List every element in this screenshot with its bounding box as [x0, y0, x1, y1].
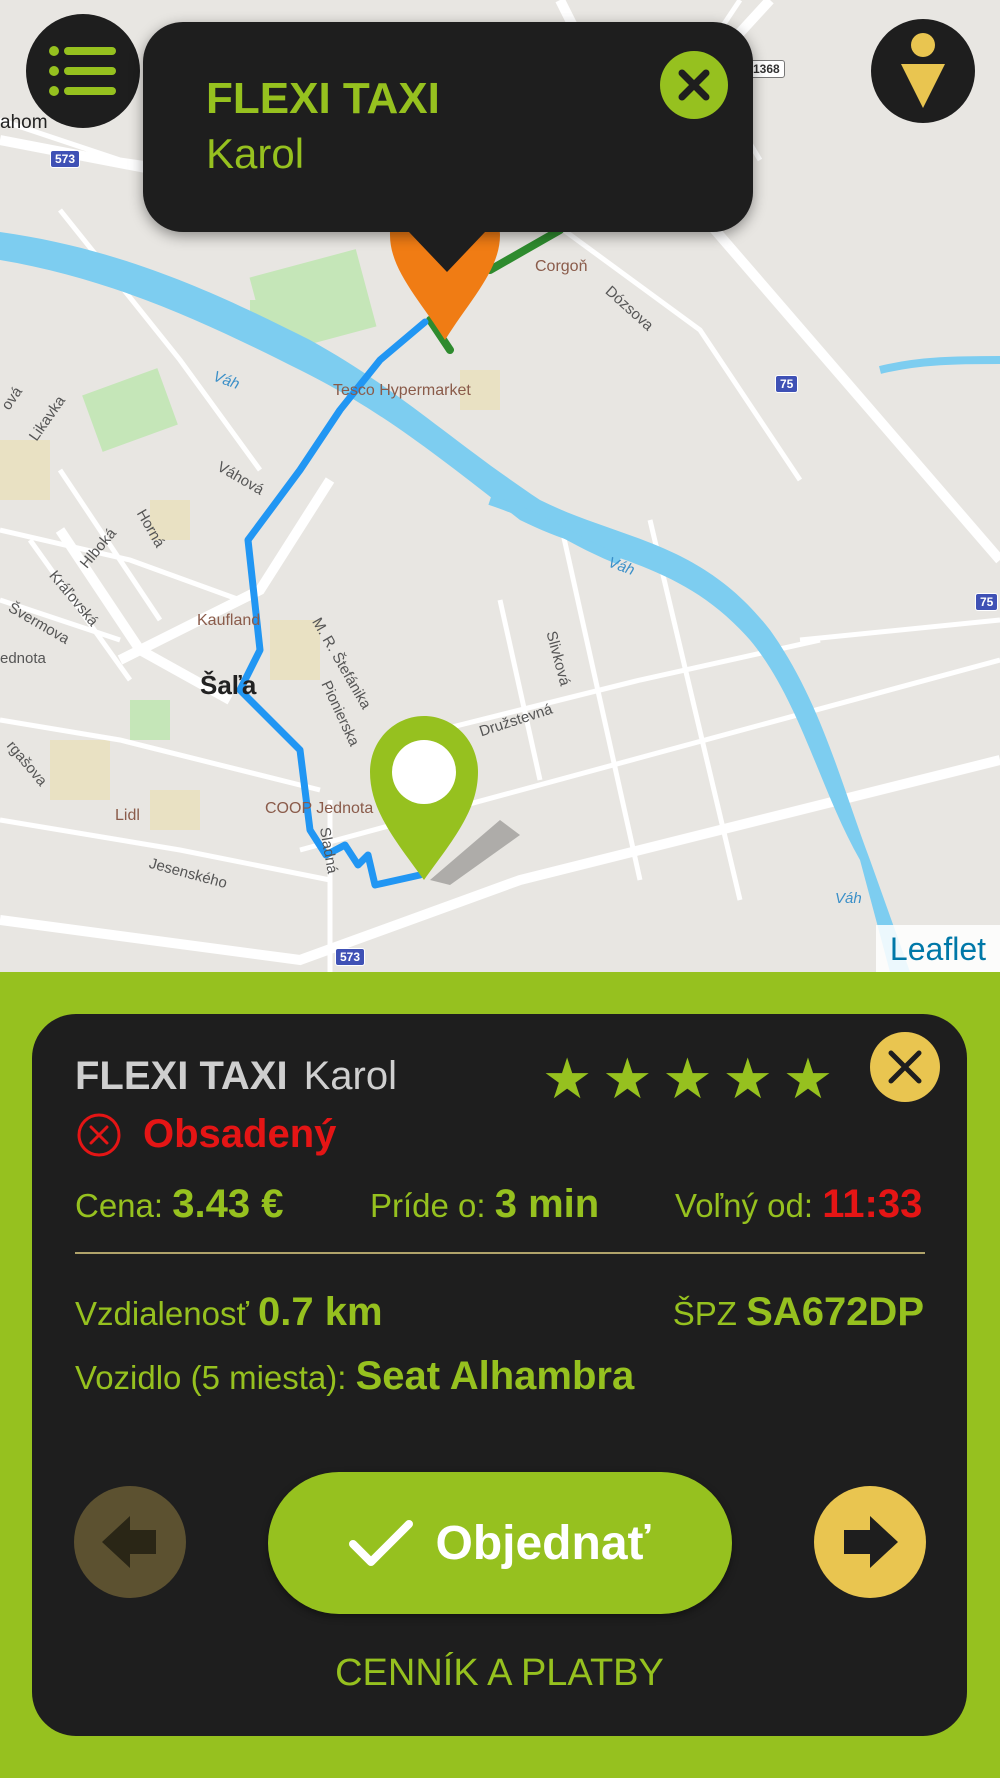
arrival-info: Príde o: 3 min [370, 1182, 599, 1227]
plate-label: ŠPZ [672, 1295, 737, 1332]
card-divider [75, 1252, 925, 1254]
arrival-value: 3 min [494, 1182, 600, 1226]
taxi-info-card: FLEXI TAXI Karol ★ ★ ★ ★ ★ Obsadený Cena:… [32, 1014, 967, 1736]
distance-value: 0.7 km [258, 1290, 383, 1334]
map-label-kaufland: Kaufland [197, 612, 261, 629]
map-label-coop: COOP Jednota [265, 800, 374, 817]
card-close-button[interactable] [870, 1032, 940, 1102]
order-button-label: Objednať [435, 1516, 651, 1570]
map-label-hom: ahom [0, 112, 48, 133]
status-badge: Obsadený [77, 1112, 336, 1157]
arrow-left-icon [102, 1516, 156, 1568]
status-text: Obsadený [143, 1112, 337, 1156]
arrow-right-icon [844, 1516, 898, 1568]
menu-icon [49, 46, 116, 96]
pricing-link[interactable]: CENNÍK A PLATBY [32, 1652, 967, 1695]
popup-tail [409, 232, 485, 272]
free-from-info: Voľný od: 11:33 [675, 1182, 922, 1227]
map-label-corgon: Corgoň [535, 258, 588, 275]
vehicle-value: Seat Alhambra [355, 1354, 635, 1398]
road-shield-75: 75 [775, 375, 799, 393]
close-icon [678, 69, 710, 101]
plate-value: SA672DP [746, 1290, 924, 1334]
map-label-town: Šaľa [200, 670, 257, 700]
rating-stars: ★ ★ ★ ★ ★ [542, 1052, 833, 1108]
road-shield-75-right: 75 [975, 593, 999, 611]
price-info: Cena: 3.43 € [75, 1182, 283, 1227]
close-icon [888, 1050, 922, 1084]
previous-taxi-button[interactable] [74, 1486, 186, 1598]
person-icon [901, 33, 945, 108]
arrival-label: Príde o: [370, 1187, 486, 1224]
price-label: Cena: [75, 1187, 164, 1224]
star-icon: ★ [602, 1047, 653, 1112]
distance-info: Vzdialenosť 0.7 km [75, 1290, 383, 1335]
vehicle-label: Vozidlo (5 miesta): [75, 1359, 347, 1396]
map-label-lidl: Lidl [115, 807, 140, 824]
menu-button[interactable] [26, 14, 140, 128]
driver-popup[interactable]: FLEXI TAXI Karol [143, 22, 753, 272]
popup-subtitle: Karol [206, 130, 305, 177]
card-company: FLEXI TAXI [75, 1054, 288, 1098]
star-icon: ★ [542, 1047, 593, 1112]
leaflet-attribution[interactable]: Leaflet [875, 925, 1000, 972]
next-taxi-button[interactable] [814, 1486, 926, 1598]
distance-label: Vzdialenosť [75, 1295, 249, 1332]
person-button[interactable] [871, 19, 975, 123]
card-driver: Karol [303, 1054, 397, 1098]
map-label-vah-3: Váh [835, 890, 862, 907]
star-icon: ★ [722, 1047, 773, 1112]
order-button[interactable]: Objednať [268, 1472, 732, 1614]
cancel-circle-icon [77, 1113, 121, 1156]
card-header: FLEXI TAXI Karol [75, 1054, 397, 1099]
map-label-ednota: ednota [0, 650, 46, 667]
vehicle-info: Vozidlo (5 miesta): Seat Alhambra [75, 1354, 634, 1399]
plate-info: ŠPZ SA672DP [673, 1290, 924, 1335]
free-from-value: 11:33 [822, 1182, 923, 1226]
check-icon [349, 1520, 414, 1566]
popup-close-button[interactable] [660, 51, 728, 119]
popup-title: FLEXI TAXI [206, 74, 440, 123]
star-icon: ★ [662, 1047, 713, 1112]
price-value: 3.43 € [172, 1182, 284, 1226]
road-shield-573-bottom: 573 [335, 948, 366, 966]
road-shield-1368: 1368 [748, 60, 785, 78]
map-label-tesco: Tesco Hypermarket [333, 382, 471, 399]
star-icon: ★ [782, 1047, 834, 1112]
road-shield-573: 573 [50, 150, 81, 168]
free-from-label: Voľný od: [675, 1187, 814, 1224]
